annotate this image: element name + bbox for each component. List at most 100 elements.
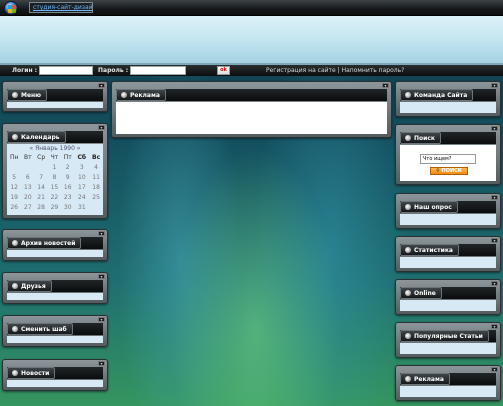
- login-input[interactable]: [39, 66, 93, 75]
- calendar-grid: Пн Вт Ср Чт Пт Сб Вс 1 2 3 4 5 6 7 8 9 10 11 12 13 14 15 16 17…: [7, 152, 103, 212]
- calendar-day[interactable]: 7: [34, 172, 48, 182]
- calendar-block-title: Календарь: [7, 131, 66, 143]
- calendar-day[interactable]: 11: [89, 172, 103, 182]
- block-toggle-icon[interactable]: ▾: [98, 317, 105, 322]
- login-label: Логин :: [12, 67, 38, 74]
- calendar-day[interactable]: 6: [21, 172, 34, 182]
- block-toggle-icon[interactable]: ▾: [98, 274, 105, 279]
- friends-content: [7, 293, 103, 300]
- news-archive-content: [7, 250, 103, 257]
- speaker-icon: [12, 240, 18, 246]
- calendar-day[interactable]: 29: [48, 202, 61, 212]
- search-input[interactable]: [420, 154, 476, 164]
- block-toggle-icon[interactable]: ▾: [491, 324, 498, 329]
- block-toggle-icon[interactable]: ▾: [491, 281, 498, 286]
- password-input[interactable]: [130, 66, 186, 75]
- stats-block-title: Статистика: [400, 244, 459, 256]
- block-toggle-icon[interactable]: ▾: [491, 195, 498, 200]
- calendar-day: [34, 162, 48, 172]
- calendar-day[interactable]: 17: [75, 182, 90, 192]
- poll-content: [400, 214, 496, 225]
- block-toggle-icon[interactable]: ▾: [382, 83, 389, 88]
- speaker-icon: [405, 290, 411, 296]
- team-block: ▾ Команда Сайта: [395, 81, 501, 117]
- speaker-icon: [405, 376, 411, 382]
- calendar-day[interactable]: 1: [48, 162, 61, 172]
- calendar-day[interactable]: 13: [21, 182, 34, 192]
- block-toggle-icon[interactable]: ▾: [491, 367, 498, 372]
- calendar-weekday: Сб: [77, 153, 87, 161]
- calendar-day[interactable]: 23: [61, 192, 75, 202]
- calendar-day[interactable]: 24: [75, 192, 90, 202]
- remind-password-link[interactable]: Напомнить пароль?: [342, 67, 405, 74]
- calendar-week: 26 27 28 29 30 31: [7, 202, 103, 212]
- stats-content: [400, 257, 496, 268]
- calendar-day[interactable]: 22: [48, 192, 61, 202]
- calendar-day[interactable]: 27: [21, 202, 34, 212]
- friends-block: ▾ Друзья: [2, 272, 108, 304]
- speaker-icon: [405, 135, 411, 141]
- calendar-day[interactable]: 9: [61, 172, 75, 182]
- calendar-day[interactable]: 18: [89, 182, 103, 192]
- calendar-day[interactable]: 5: [7, 172, 21, 182]
- calendar-block: ▾ Календарь « Январь 1990 » Пн Вт Ср Чт Пт Сб…: [2, 123, 108, 219]
- calendar-day[interactable]: 21: [34, 192, 48, 202]
- online-block-title: Online: [400, 287, 442, 299]
- calendar-day[interactable]: 10: [75, 172, 90, 182]
- search-content: ⚲ ПОИСК: [400, 145, 496, 181]
- poll-block-title: Наш опрос: [400, 201, 458, 213]
- calendar-week: 12 13 14 15 16 17 18: [7, 182, 103, 192]
- calendar-day[interactable]: 30: [61, 202, 75, 212]
- calendar-weekday: Чт: [50, 153, 59, 161]
- calendar-weekday: Вт: [24, 153, 32, 161]
- calendar-day[interactable]: 14: [34, 182, 48, 192]
- calendar-widget: « Январь 1990 » Пн Вт Ср Чт Пт Сб Вс 123456789…: [7, 144, 103, 215]
- news-archive-block: ▾ Архив новостей: [2, 229, 108, 261]
- header-banner: [0, 16, 503, 63]
- calendar-day: [21, 162, 34, 172]
- block-toggle-icon[interactable]: ▾: [491, 238, 498, 243]
- calendar-day[interactable]: 25: [89, 192, 103, 202]
- block-toggle-icon[interactable]: ▾: [98, 125, 105, 130]
- calendar-weekday: Пн: [9, 153, 19, 161]
- block-toggle-icon[interactable]: ▾: [98, 83, 105, 88]
- calendar-day[interactable]: 15: [48, 182, 61, 192]
- links-separator: |: [337, 67, 340, 74]
- calendar-week: 5 6 7 8 9 10 11: [7, 172, 103, 182]
- calendar-day[interactable]: 3: [75, 162, 90, 172]
- calendar-day[interactable]: 4: [89, 162, 103, 172]
- block-toggle-icon[interactable]: ▾: [98, 231, 105, 236]
- block-toggle-icon[interactable]: ▾: [491, 83, 498, 88]
- center-ads-block: ▾ Реклама: [111, 81, 392, 138]
- calendar-day[interactable]: 28: [34, 202, 48, 212]
- speaker-icon: [405, 92, 411, 98]
- news-block-title: Новости: [7, 367, 56, 379]
- windows-orb-icon[interactable]: [4, 1, 18, 15]
- calendar-day[interactable]: 12: [7, 182, 21, 192]
- site-title-link[interactable]: студия-сайт-дизайн: [29, 2, 93, 13]
- menu-block: ▾ Меню: [2, 81, 108, 112]
- search-button[interactable]: ⚲ ПОИСК: [430, 167, 468, 175]
- calendar-day[interactable]: 16: [61, 182, 75, 192]
- calendar-day[interactable]: 8: [48, 172, 61, 182]
- calendar-day: [7, 162, 21, 172]
- calendar-weekday: Вс: [92, 153, 101, 161]
- change-skin-block: ▾ Сменить шаб: [2, 315, 108, 347]
- login-bar: Логин : Пароль : ok Регистрация на сайте…: [0, 65, 503, 76]
- calendar-day[interactable]: 19: [7, 192, 21, 202]
- online-content: [400, 300, 496, 311]
- poll-block: ▾ Наш опрос: [395, 193, 501, 229]
- calendar-day: [89, 202, 103, 212]
- block-toggle-icon[interactable]: ▾: [491, 126, 498, 131]
- calendar-day[interactable]: 26: [7, 202, 21, 212]
- speaker-icon: [12, 92, 18, 98]
- speaker-icon: [121, 92, 127, 98]
- login-ok-button[interactable]: ok: [217, 66, 230, 75]
- register-link[interactable]: Регистрация на сайте: [266, 67, 336, 74]
- block-toggle-icon[interactable]: ▾: [98, 361, 105, 366]
- calendar-day[interactable]: 31: [75, 202, 90, 212]
- friends-block-title: Друзья: [7, 280, 52, 292]
- calendar-month-nav[interactable]: « Январь 1990 »: [7, 144, 103, 152]
- calendar-day[interactable]: 20: [21, 192, 34, 202]
- calendar-day[interactable]: 2: [61, 162, 75, 172]
